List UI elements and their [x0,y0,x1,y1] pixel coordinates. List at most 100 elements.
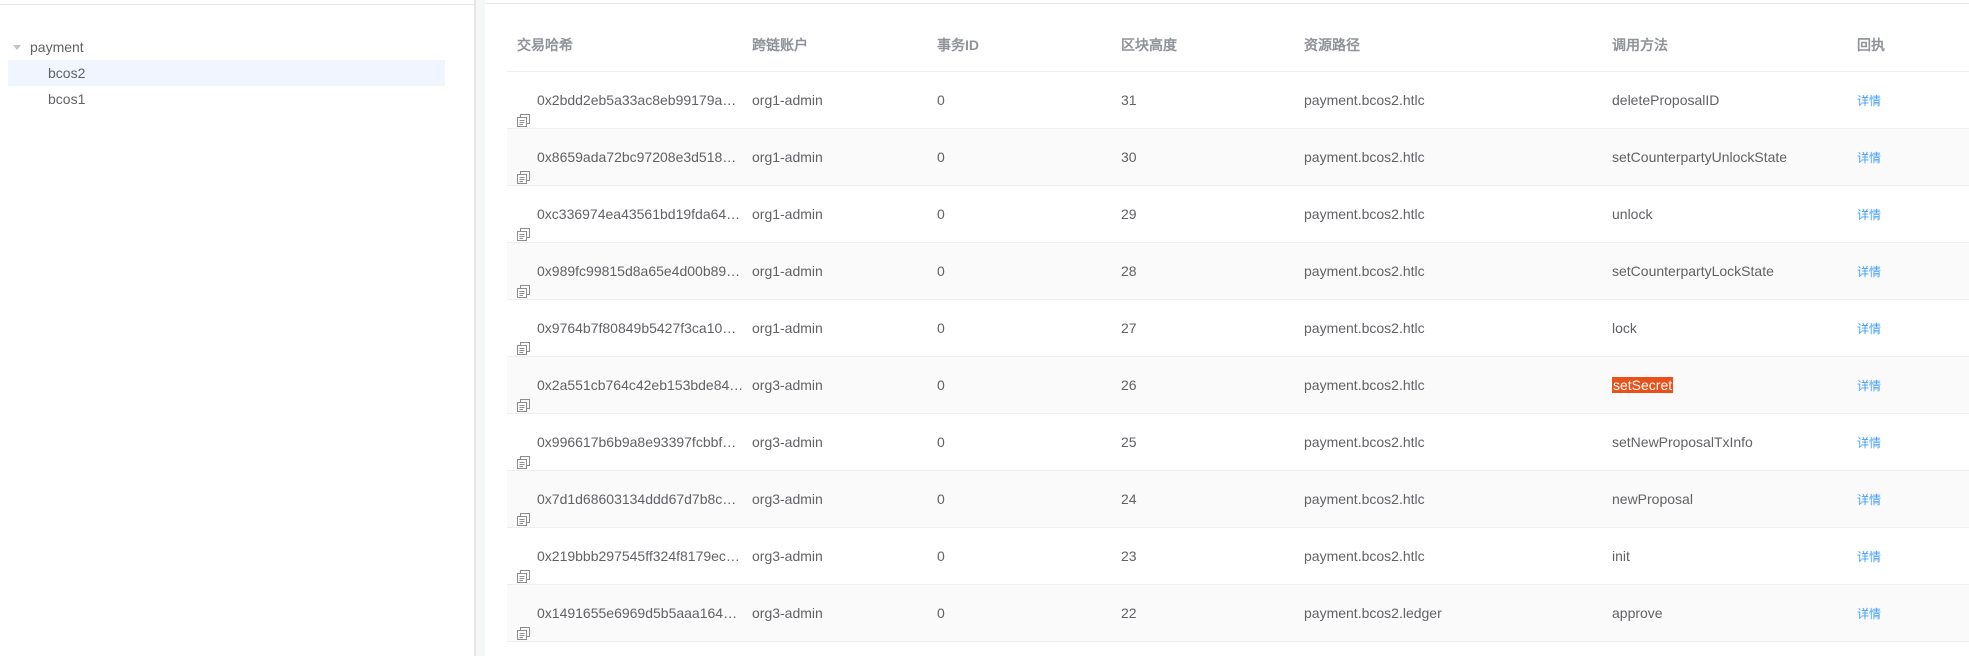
method-text: newProposal [1612,491,1693,507]
copy-icon[interactable] [517,94,530,127]
detail-link[interactable]: 详情 [1857,379,1881,393]
account-cell: org1-admin [752,320,823,336]
block-height-cell: 23 [1121,548,1137,564]
account-cell: org3-admin [752,491,823,507]
method-text: init [1612,548,1630,564]
receipt-cell: 详情 [1857,186,1881,242]
copy-icon[interactable] [517,208,530,241]
tx-hash: 0xc336974ea43561bd19fda64… [537,206,741,222]
account-cell: org1-admin [752,149,823,165]
hash-cell: 0xc336974ea43561bd19fda64… [517,186,747,242]
tx-id-cell: 0 [937,434,945,450]
copy-icon[interactable] [517,436,530,469]
method-cell: setSecret [1612,357,1674,413]
copy-icon[interactable] [517,151,530,184]
header-resource-path: 资源路径 [1304,37,1360,53]
account-cell: org1-admin [752,92,823,108]
detail-link[interactable]: 详情 [1857,265,1881,279]
caret-down-icon[interactable] [13,45,21,50]
account-cell: org3-admin [752,605,823,621]
app-root: payment bcos2 bcos1 交易哈希 跨链账户 事务ID 区块高度 … [0,0,1969,656]
tx-hash: 0x8659ada72bc97208e3d518d… [537,149,744,165]
tree-node-bcos1[interactable]: bcos1 [0,86,445,112]
copy-icon[interactable] [517,322,530,355]
sidebar-top-divider [0,4,475,5]
method-text: setSecret [1612,377,1674,393]
block-height-cell: 29 [1121,206,1137,222]
tx-hash: 0x219bbb297545ff324f8179ec… [537,548,740,564]
account-cell: org1-admin [752,263,823,279]
hash-cell: 0x8659ada72bc97208e3d518d… [517,129,747,185]
method-text: approve [1612,605,1663,621]
method-text: setCounterpartyLockState [1612,263,1774,279]
copy-icon[interactable] [517,607,530,640]
method-text: deleteProposalID [1612,92,1720,108]
tx-hash: 0x2a551cb764c42eb153bde84… [537,377,744,393]
table-header: 交易哈希 跨链账户 事务ID 区块高度 资源路径 调用方法 回执 [507,18,1969,72]
detail-link[interactable]: 详情 [1857,436,1881,450]
method-cell: setNewProposalTxInfo [1612,414,1753,470]
receipt-cell: 详情 [1857,414,1881,470]
detail-link[interactable]: 详情 [1857,322,1881,336]
table-row: 0x2a551cb764c42eb153bde84… org3-admin 0 26 p… [507,357,1969,414]
copy-icon[interactable] [517,265,530,298]
method-text: setCounterpartyUnlockState [1612,149,1788,165]
detail-link[interactable]: 详情 [1857,151,1881,165]
resource-path-cell: payment.bcos2.htlc [1304,548,1425,564]
block-height-cell: 26 [1121,377,1137,393]
block-height-cell: 24 [1121,491,1137,507]
method-cell: unlock [1612,186,1652,242]
block-height-cell: 28 [1121,263,1137,279]
copy-icon[interactable] [517,493,530,526]
tx-hash: 0x1491655e6969d5b5aaa164… [537,605,738,621]
block-height-cell: 25 [1121,434,1137,450]
hash-cell: 0x2bdd2eb5a33ac8eb99179a… [517,72,747,128]
receipt-cell: 详情 [1857,243,1881,299]
tx-hash: 0x996617b6b9a8e93397fcbbf6… [537,434,744,450]
method-cell: setCounterpartyLockState [1612,243,1774,299]
tree-node-label: bcos2 [48,65,86,81]
tx-id-cell: 0 [937,377,945,393]
table-row: 0xc336974ea43561bd19fda64… org1-admin 0 29 p… [507,186,1969,243]
resource-path-cell: payment.bcos2.htlc [1304,149,1425,165]
table-row: 0x2bdd2eb5a33ac8eb99179a… org1-admin 0 31 pa… [507,72,1969,129]
resource-tree-sidebar: payment bcos2 bcos1 [0,0,475,656]
header-block-height: 区块高度 [1121,37,1177,53]
table-body: 0x2bdd2eb5a33ac8eb99179a… org1-admin 0 31 pa… [507,72,1969,642]
panel-splitter[interactable] [475,0,485,656]
receipt-cell: 详情 [1857,528,1881,584]
hash-cell: 0x9764b7f80849b5427f3ca10… [517,300,747,356]
account-cell: org3-admin [752,377,823,393]
account-cell: org1-admin [752,206,823,222]
block-height-cell: 30 [1121,149,1137,165]
method-text: lock [1612,320,1637,336]
block-height-cell: 22 [1121,605,1137,621]
table-row: 0x219bbb297545ff324f8179ec… org3-admin 0 23… [507,528,1969,585]
header-account: 跨链账户 [752,37,808,53]
tree-node-payment[interactable]: payment [0,34,445,60]
method-cell: init [1612,528,1630,584]
detail-link[interactable]: 详情 [1857,493,1881,507]
detail-link[interactable]: 详情 [1857,550,1881,564]
table-row: 0x989fc99815d8a65e4d00b89… org1-admin 0 28 p… [507,243,1969,300]
copy-icon[interactable] [517,379,530,412]
resource-path-cell: payment.bcos2.htlc [1304,377,1425,393]
tx-id-cell: 0 [937,206,945,222]
resource-path-cell: payment.bcos2.htlc [1304,206,1425,222]
resource-path-cell: payment.bcos2.htlc [1304,92,1425,108]
header-receipt: 回执 [1857,37,1885,53]
receipt-cell: 详情 [1857,72,1881,128]
resource-path-cell: payment.bcos2.htlc [1304,320,1425,336]
tx-hash: 0x989fc99815d8a65e4d00b89… [537,263,741,279]
header-tx-id: 事务ID [937,37,979,53]
detail-link[interactable]: 详情 [1857,94,1881,108]
method-cell: newProposal [1612,471,1693,527]
header-method: 调用方法 [1612,37,1668,53]
account-cell: org3-admin [752,434,823,450]
hash-cell: 0x996617b6b9a8e93397fcbbf6… [517,414,747,470]
detail-link[interactable]: 详情 [1857,607,1881,621]
detail-link[interactable]: 详情 [1857,208,1881,222]
table-row: 0x1491655e6969d5b5aaa164… org3-admin 0 22 pa… [507,585,1969,642]
copy-icon[interactable] [517,550,530,583]
tree-node-bcos2[interactable]: bcos2 [8,60,445,86]
